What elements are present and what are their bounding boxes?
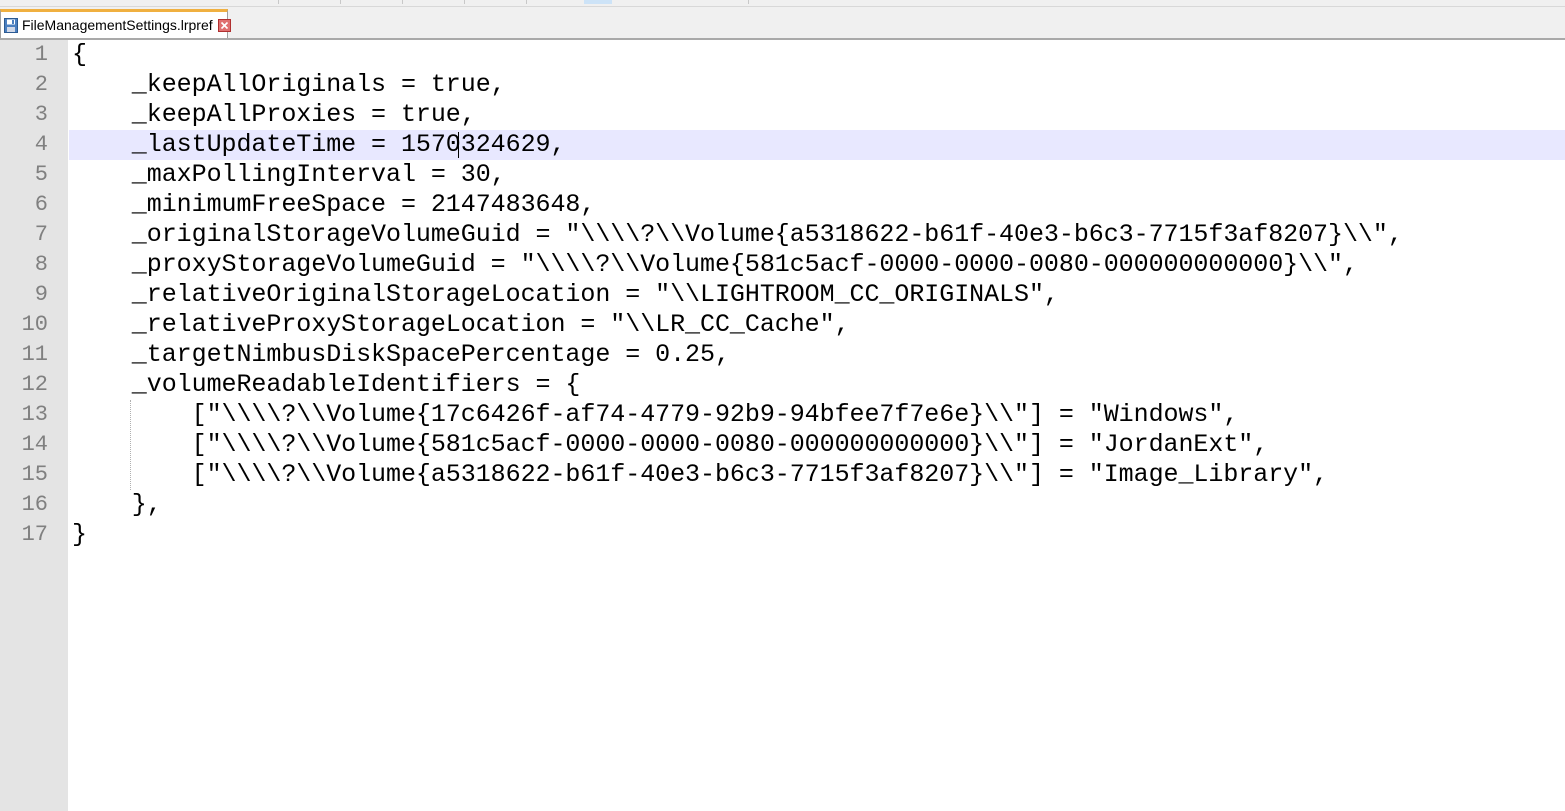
code-line[interactable]: 4 _lastUpdateTime = 1570324629, xyxy=(0,130,1565,160)
code-line[interactable]: 8 _proxyStorageVolumeGuid = "\\\\?\\Volu… xyxy=(0,250,1565,280)
code-line[interactable]: 9 _relativeOriginalStorageLocation = "\\… xyxy=(0,280,1565,310)
code-line[interactable]: 16 }, xyxy=(0,490,1565,520)
line-number: 15 xyxy=(21,462,48,487)
line-text[interactable]: }, xyxy=(72,490,162,520)
line-text[interactable]: _minimumFreeSpace = 2147483648, xyxy=(72,190,596,220)
line-number: 5 xyxy=(34,162,48,187)
line-number: 9 xyxy=(34,282,48,307)
line-number: 4 xyxy=(34,132,48,157)
notepad-window: FileManagementSettings.lrpref 1{2 _keepA… xyxy=(0,0,1565,811)
line-text[interactable]: _proxyStorageVolumeGuid = "\\\\?\\Volume… xyxy=(72,250,1358,280)
saved-file-icon xyxy=(4,17,18,33)
line-text[interactable]: ["\\\\?\\Volume{17c6426f-af74-4779-92b9-… xyxy=(72,400,1239,430)
toolbar-strip xyxy=(0,0,1565,7)
line-text[interactable]: ["\\\\?\\Volume{581c5acf-0000-0000-0080-… xyxy=(72,430,1269,460)
tab-label: FileManagementSettings.lrpref xyxy=(22,17,213,33)
close-icon[interactable] xyxy=(217,18,231,32)
code-line[interactable]: 15 ["\\\\?\\Volume{a5318622-b61f-40e3-b6… xyxy=(0,460,1565,490)
line-number: 17 xyxy=(21,522,48,547)
line-text[interactable]: _targetNimbusDiskSpacePercentage = 0.25, xyxy=(72,340,730,370)
code-line[interactable]: 3 _keepAllProxies = true, xyxy=(0,100,1565,130)
line-text[interactable]: ["\\\\?\\Volume{a5318622-b61f-40e3-b6c3-… xyxy=(72,460,1328,490)
code-line[interactable]: 14 ["\\\\?\\Volume{581c5acf-0000-0000-00… xyxy=(0,430,1565,460)
code-line[interactable]: 6 _minimumFreeSpace = 2147483648, xyxy=(0,190,1565,220)
line-text[interactable]: _relativeOriginalStorageLocation = "\\LI… xyxy=(72,280,1059,310)
line-number: 2 xyxy=(34,72,48,97)
tab-file-management-settings[interactable]: FileManagementSettings.lrpref xyxy=(0,9,231,38)
line-text[interactable]: _maxPollingInterval = 30, xyxy=(72,160,506,190)
line-text[interactable]: _originalStorageVolumeGuid = "\\\\?\\Vol… xyxy=(72,220,1403,250)
text-caret xyxy=(458,132,459,158)
line-number: 16 xyxy=(21,492,48,517)
line-number: 8 xyxy=(34,252,48,277)
line-text[interactable]: _lastUpdateTime = 1570324629, xyxy=(72,130,566,160)
code-line[interactable]: 17} xyxy=(0,520,1565,550)
line-text[interactable]: } xyxy=(72,520,87,550)
text-editor[interactable]: 1{2 _keepAllOriginals = true, 3 _keepAllP… xyxy=(0,40,1565,811)
code-line[interactable]: 11 _targetNimbusDiskSpacePercentage = 0.… xyxy=(0,340,1565,370)
code-line[interactable]: 7 _originalStorageVolumeGuid = "\\\\?\\V… xyxy=(0,220,1565,250)
line-number: 13 xyxy=(21,402,48,427)
code-line[interactable]: 12 _volumeReadableIdentifiers = { xyxy=(0,370,1565,400)
line-text[interactable]: _relativeProxyStorageLocation = "\\LR_CC… xyxy=(72,310,850,340)
line-number: 12 xyxy=(21,372,48,397)
line-text[interactable]: _volumeReadableIdentifiers = { xyxy=(72,370,581,400)
code-line[interactable]: 1{ xyxy=(0,40,1565,70)
line-number: 10 xyxy=(21,312,48,337)
code-line[interactable]: 5 _maxPollingInterval = 30, xyxy=(0,160,1565,190)
line-number: 1 xyxy=(34,42,48,67)
line-text[interactable]: { xyxy=(72,40,87,70)
code-line[interactable]: 13 ["\\\\?\\Volume{17c6426f-af74-4779-92… xyxy=(0,400,1565,430)
line-number: 14 xyxy=(21,432,48,457)
line-number: 7 xyxy=(34,222,48,247)
code-line[interactable]: 2 _keepAllOriginals = true, xyxy=(0,70,1565,100)
line-text[interactable]: _keepAllProxies = true, xyxy=(72,100,476,130)
line-number: 11 xyxy=(21,342,48,367)
tab-bar: FileManagementSettings.lrpref xyxy=(0,7,1565,40)
code-line[interactable]: 10 _relativeProxyStorageLocation = "\\LR… xyxy=(0,310,1565,340)
line-number: 6 xyxy=(34,192,48,217)
line-number: 3 xyxy=(34,102,48,127)
line-text[interactable]: _keepAllOriginals = true, xyxy=(72,70,506,100)
